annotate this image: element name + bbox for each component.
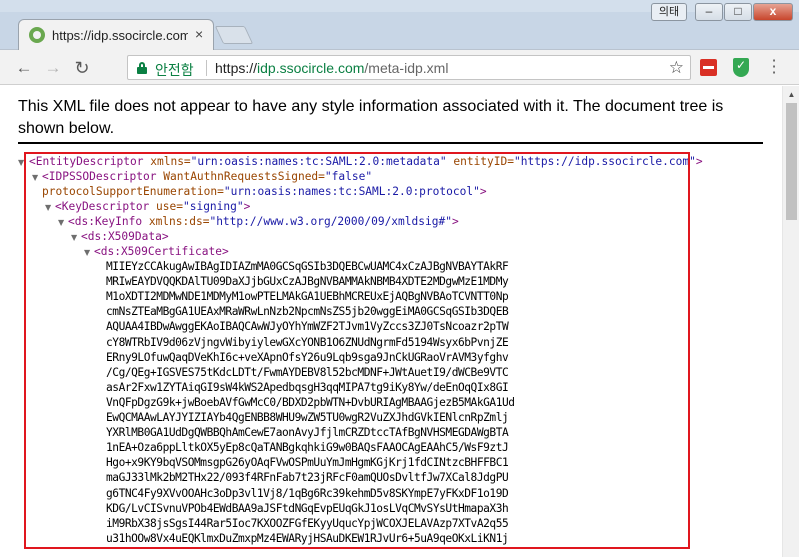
collapse-triangle-icon[interactable]: ▼ — [18, 158, 28, 168]
vertical-scrollbar[interactable]: ▲ — [782, 86, 799, 557]
url-text[interactable]: https://idp.ssocircle.com/meta-idp.xml — [215, 60, 448, 76]
certificate-line: EwQCMAAwLAYJYIZIAYb4QgENBB8WHU9wZW5TU0wg… — [106, 411, 509, 424]
xml-key-descriptor: <KeyDescriptor use="signing"> — [55, 200, 251, 213]
url-scheme: https:// — [215, 60, 258, 76]
reload-icon[interactable]: ↻ — [72, 58, 92, 78]
xml-x509-data: <ds:X509Data> — [81, 230, 169, 243]
certificate-line: YXRlMB0GA1UdDgQWBBQhAmCewE7aonAvyJfjlmCR… — [106, 426, 509, 440]
browser-tab-active[interactable]: https://idp.ssocircle.com × — [18, 19, 214, 50]
minimize-button[interactable]: – — [695, 3, 723, 21]
page-viewport: This XML file does not appear to have an… — [0, 86, 799, 557]
maximize-button[interactable]: □ — [724, 3, 752, 21]
collapse-triangle-icon[interactable]: ▼ — [45, 203, 55, 213]
certificate-line: M1oXDTI2MDMwNDE1MDMyM1owPTELMAkGA1UEBhMC… — [106, 290, 509, 304]
collapse-triangle-icon[interactable]: ▼ — [84, 248, 94, 258]
address-bar[interactable]: 안전함 https://idp.ssocircle.com/meta-idp.x… — [127, 55, 691, 80]
extension-shield-icon[interactable] — [733, 58, 749, 77]
certificate-line: 1nEA+Oza6ppLltkOX5yEp8cQaTANBgkqhkiG9w0B… — [106, 441, 509, 455]
address-divider — [206, 60, 207, 76]
extension-red-icon[interactable] — [700, 59, 717, 76]
xml-notice: This XML file does not appear to have an… — [18, 98, 724, 137]
browser-title-bar: https://idp.ssocircle.com × 의태 – □ x — [0, 0, 799, 50]
forward-arrow-icon[interactable]: → — [43, 58, 63, 78]
browser-toolbar: ← → ↻ 안전함 https://idp.ssocircle.com/meta… — [0, 50, 799, 85]
certificate-line: MRIwEAYDVQQKDAlTU09DaXJjbGUxCzAJBgNVBAMM… — [106, 275, 509, 289]
certificate-line: maGJ33lMk2bM2THx22/093f4RFnFab7t23jRFcF0… — [106, 471, 509, 485]
xml-entity-descriptor: <EntityDescriptor xmlns="urn:oasis:names… — [29, 155, 703, 168]
collapse-triangle-icon[interactable]: ▼ — [32, 173, 42, 183]
back-arrow-icon[interactable]: ← — [14, 58, 34, 78]
scroll-up-arrow-icon[interactable]: ▲ — [783, 86, 799, 103]
close-window-button[interactable]: x — [753, 3, 793, 21]
collapse-triangle-icon[interactable]: ▼ — [71, 233, 81, 243]
certificate-line: u31hOOw8Vx4uEQKlmxDuZmxpMz4EWARyjHSAuDKE… — [106, 531, 509, 545]
certificate-line: asAr2Fxw1ZYTAiqGI9sW4kWS2ApedbqsgH3qqMIP… — [106, 380, 509, 394]
certificate-line: ERny9LOfuwQaqDVeKhI6c+veXApnOfsY26u9Lqb9… — [106, 350, 509, 364]
xml-idpsso-descriptor: <IDPSSODescriptor WantAuthnRequestsSigne… — [42, 170, 373, 183]
notice-divider — [18, 142, 763, 144]
tab-title: https://idp.ssocircle.com — [52, 28, 188, 43]
certificate-line: VnQFpDgzG9k+jwBoebAVfGwMcC0/BDXD2pbWTN+D… — [106, 395, 515, 409]
secure-label: 안전함 — [155, 62, 194, 78]
certificate-line: cY8WTRbIV9d06zVjngvWibyiylewGXcYONB1O6ZN… — [106, 335, 509, 349]
xml-x509-certificate: <ds:X509Certificate> — [94, 245, 229, 258]
xml-idpsso-protocol: protocolSupportEnumeration="urn:oasis:na… — [42, 185, 487, 198]
bookmark-star-icon[interactable]: ☆ — [669, 58, 684, 78]
certificate-line: AQUAA4IBDwAwggEKAoIBAQCAwWJyOYhYmWZF2TJv… — [106, 320, 509, 334]
certificate-line: KDG/LvCISvnuVPOb4EWdBAA9aJSFtdNGqEvpEUqG… — [106, 501, 509, 515]
favicon-icon — [29, 27, 45, 43]
menu-dots-icon[interactable]: · · · — [766, 53, 782, 81]
profile-button[interactable]: 의태 — [651, 3, 687, 21]
certificate-line: cmNsZTEaMBgGA1UEAxMRaWRwLnNzb2NpcmNsZS5j… — [106, 305, 509, 319]
tab-close-icon[interactable]: × — [195, 26, 203, 42]
xml-tree: ▼ <EntityDescriptor xmlns="urn:oasis:nam… — [0, 154, 780, 557]
url-host: idp.ssocircle.com — [257, 60, 365, 76]
certificate-line: g6TNC4Fy9XVvOOAHc3oDp3vl1Vj8/1qBg6Rc39ke… — [106, 486, 509, 500]
url-path: /meta-idp.xml — [364, 60, 449, 76]
certificate-line: MIIEYzCCAkugAwIBAgIDIAZmMA0GCSqGSIb3DQEB… — [106, 260, 509, 273]
collapse-triangle-icon[interactable]: ▼ — [58, 218, 68, 228]
new-tab-button[interactable] — [214, 26, 254, 44]
scroll-thumb[interactable] — [786, 103, 797, 220]
certificate-line: iM9RbX38jsSgsI44Rar5Ioc7KXOOZFGfEKyyUquc… — [106, 516, 509, 530]
lock-icon — [137, 62, 147, 74]
certificate-line: /Cg/QEg+IGSVES75tKdcLDTt/FwmAYDEBV8l52bc… — [106, 365, 509, 379]
certificate-line: Hgo+x9KY9bqVSOMmsgpG26yOAqFVwOSPmUuYmJmH… — [106, 456, 509, 470]
xml-key-info: <ds:KeyInfo xmlns:ds="http://www.w3.org/… — [68, 215, 459, 228]
